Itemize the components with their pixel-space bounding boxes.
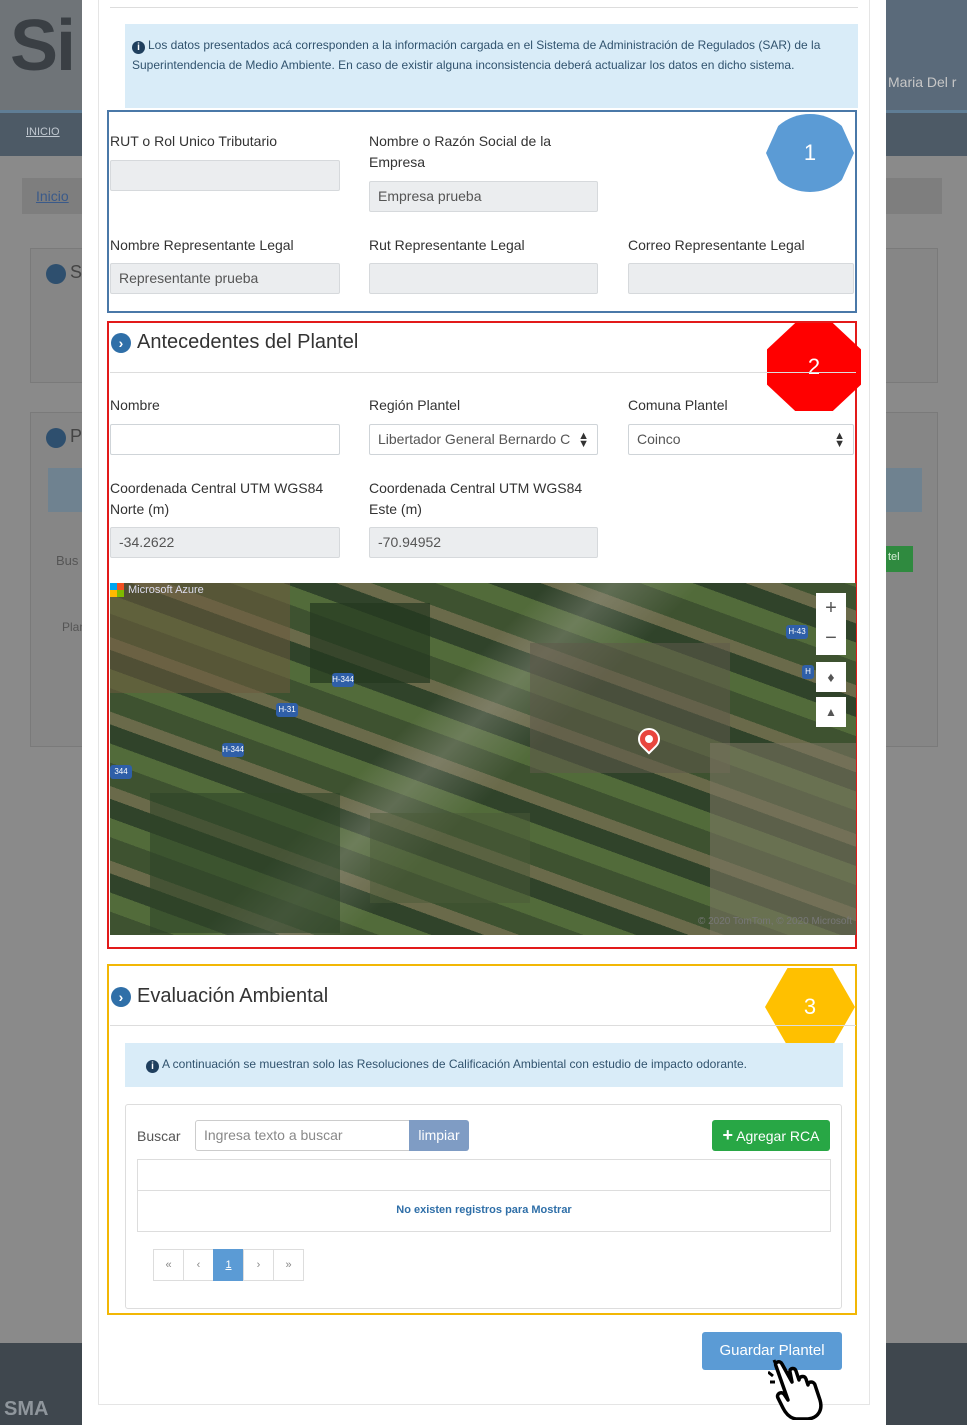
- route-shield: H-43: [786, 625, 808, 639]
- background-fragment: P: [70, 426, 83, 446]
- rca-info-text: A continuación se muestran solo las Reso…: [162, 1057, 748, 1071]
- plantel-title-text: Antecedentes del Plantel: [137, 331, 359, 353]
- background-bullet-icon: [46, 428, 66, 448]
- nombre-label: Nombre: [110, 397, 160, 413]
- search-input[interactable]: Ingresa texto a buscar: [195, 1120, 410, 1151]
- map-field-patch: [310, 603, 430, 683]
- sar-info-text: Los datos presentados acá corresponden a…: [132, 38, 821, 72]
- zoom-out-button[interactable]: −: [816, 623, 846, 653]
- chevron-right-icon: ›: [111, 986, 131, 1007]
- norte-label: Coordenada Central UTM WGS84 Norte (m): [110, 480, 324, 517]
- map-field-patch: [710, 743, 856, 935]
- microsoft-logo-icon: [110, 583, 124, 597]
- rca-table-header: [137, 1159, 831, 1191]
- rep-nombre-label: Nombre Representante Legal: [110, 237, 294, 253]
- evaluacion-title-divider: [110, 1025, 856, 1026]
- background-user-name: Maria Del r: [888, 74, 957, 90]
- comuna-select-value: Coinco: [637, 431, 681, 447]
- evaluacion-section-title: › Evaluación Ambiental: [111, 985, 328, 1008]
- background-fragment: S: [70, 262, 83, 282]
- pitch-button[interactable]: ▲: [816, 697, 846, 727]
- plantel-section-title: › Antecedentes del Plantel: [111, 331, 358, 354]
- rep-rut-label: Rut Representante Legal: [369, 237, 525, 253]
- rca-info-alert: iA continuación se muestran solo las Res…: [125, 1043, 843, 1087]
- comuna-label: Comuna Plantel: [628, 397, 728, 413]
- map-field-patch: [150, 793, 340, 933]
- map-copyright: © 2020 TomTom, © 2020 Microsoft: [697, 916, 852, 927]
- route-shield: H-344: [332, 673, 354, 687]
- route-shield: H: [802, 665, 814, 679]
- rep-rut-field[interactable]: [369, 263, 598, 294]
- route-shield: H-344: [222, 743, 244, 757]
- compass-icon: ♦: [827, 669, 835, 685]
- compass-button[interactable]: ♦: [816, 662, 846, 692]
- pager-page-1[interactable]: 1: [213, 1249, 244, 1281]
- rep-correo-field[interactable]: [628, 263, 854, 294]
- search-label: Buscar: [137, 1128, 181, 1144]
- zoom-control: + −: [816, 593, 846, 655]
- satellite-map[interactable]: Microsoft Azure H-344 H-31 H-344 344 H-4…: [110, 583, 856, 935]
- norte-field[interactable]: -34.2622: [110, 527, 340, 558]
- top-divider: [110, 7, 858, 8]
- zoom-in-button[interactable]: +: [816, 593, 846, 623]
- chevron-right-icon: ›: [111, 332, 131, 353]
- map-brand-text: Microsoft Azure: [128, 584, 204, 596]
- este-field[interactable]: -70.94952: [369, 527, 598, 558]
- razon-social-label: Nombre o Razón Social de la Empresa: [369, 133, 552, 170]
- clear-search-button[interactable]: limpiar: [409, 1120, 469, 1151]
- evaluacion-title-text: Evaluación Ambiental: [137, 985, 329, 1007]
- map-field-patch: [370, 813, 530, 903]
- map-field-patch: [110, 583, 290, 693]
- pager-prev-button[interactable]: ‹: [183, 1249, 214, 1281]
- background-breadcrumb-link: Inicio: [36, 188, 69, 204]
- region-label: Región Plantel: [369, 397, 461, 413]
- map-field-patch: [530, 643, 730, 773]
- hand-pointer-icon: [768, 1359, 823, 1420]
- razon-social-field[interactable]: Empresa prueba: [369, 181, 598, 212]
- pagination: « ‹ 1 › »: [153, 1249, 304, 1281]
- region-select-value: Libertador General Bernardo C: [378, 431, 571, 447]
- info-icon: i: [132, 41, 145, 54]
- rca-table-empty-row: No existen registros para Mostrar: [137, 1190, 831, 1232]
- background-fragment: tel: [888, 551, 900, 563]
- rut-label: RUT o Rol Unico Tributario: [110, 133, 278, 149]
- rut-field[interactable]: [110, 160, 340, 191]
- background-footer-brand: SMA: [4, 1398, 49, 1420]
- add-rca-label: Agregar RCA: [736, 1128, 820, 1144]
- nombre-plantel-input[interactable]: [110, 424, 340, 455]
- select-arrows-icon: ▲ ▼: [578, 430, 589, 450]
- comuna-select[interactable]: Coinco ▲ ▼: [628, 424, 854, 455]
- rep-correo-label: Correo Representante Legal: [628, 237, 805, 253]
- select-arrows-icon: ▲ ▼: [834, 430, 845, 450]
- sar-info-alert: i Los datos presentados acá corresponden …: [125, 24, 858, 108]
- route-shield: 344: [110, 765, 132, 779]
- route-shield: H-31: [276, 703, 298, 717]
- map-brand: Microsoft Azure: [110, 583, 204, 597]
- background-fragment: Bus: [56, 553, 79, 568]
- plus-icon: +: [722, 1125, 734, 1145]
- pager-last-button[interactable]: »: [273, 1249, 304, 1281]
- este-label: Coordenada Central UTM WGS84 Este (m): [369, 480, 583, 517]
- background-nav-inicio: INICIO: [26, 126, 60, 138]
- plantel-title-divider: [110, 372, 856, 373]
- region-select[interactable]: Libertador General Bernardo C ▲ ▼: [369, 424, 598, 455]
- rep-nombre-field[interactable]: Representante prueba: [110, 263, 340, 294]
- info-icon: i: [146, 1060, 159, 1073]
- badge-1: 1: [766, 114, 854, 192]
- background-header-right: [885, 0, 967, 110]
- pager-next-button[interactable]: ›: [243, 1249, 274, 1281]
- pitch-icon: ▲: [825, 705, 837, 719]
- background-bullet-icon: [46, 264, 66, 284]
- add-rca-button[interactable]: + Agregar RCA: [712, 1120, 830, 1151]
- pager-first-button[interactable]: «: [153, 1249, 184, 1281]
- background-logo: Si: [10, 6, 76, 86]
